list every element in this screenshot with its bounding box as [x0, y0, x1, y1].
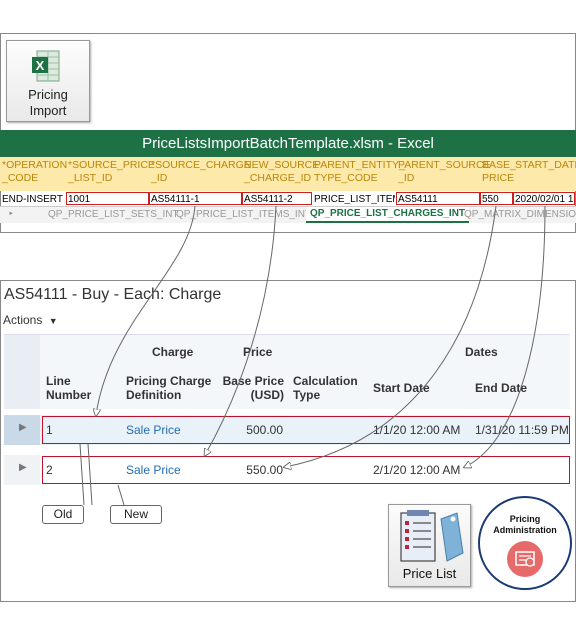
pricing-administration-button[interactable]: Pricing Administration [478, 496, 572, 590]
old-callout-line [79, 443, 85, 506]
pricing-admin-label: Pricing Administration [493, 514, 557, 535]
price-list-icon [400, 510, 464, 562]
new-callout-line [117, 484, 125, 506]
pricing-admin-icon [507, 541, 543, 577]
old-callout-line2 [87, 443, 93, 506]
callout-old: Old [42, 505, 84, 524]
arrow-source-charge-to-row1 [96, 205, 196, 415]
price-list-label: Price List [402, 566, 457, 581]
arrow-base-price-to-row2 [285, 205, 497, 467]
price-list-tile[interactable]: Price List [388, 504, 471, 587]
callout-new: New [110, 505, 162, 524]
arrow-start-date-to-row2 [465, 205, 546, 467]
arrow-new-charge-to-row2 [205, 205, 277, 455]
